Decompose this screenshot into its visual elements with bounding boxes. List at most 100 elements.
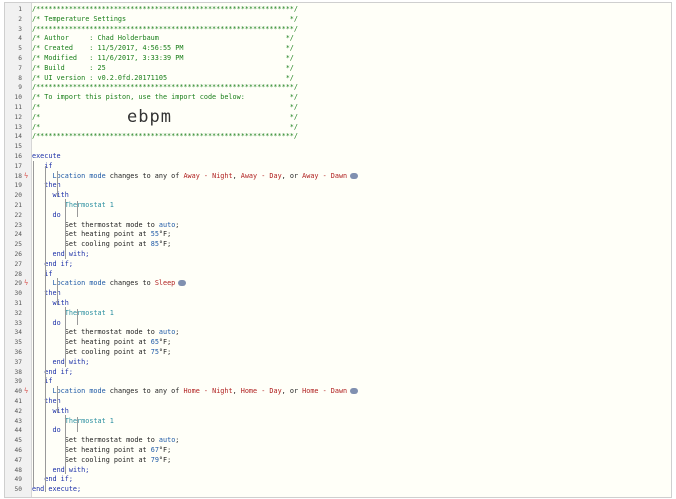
code-token: auto [158, 328, 176, 337]
line-number: 37 [14, 358, 22, 366]
line-number: 28 [14, 270, 22, 278]
code-line: 4 /* Author : Chad Holderbaum */ [5, 34, 665, 44]
code-line: 26 end with; [5, 250, 665, 260]
code-token: end with; [52, 465, 90, 474]
import-code: ebpm [127, 107, 172, 127]
line-number: 43 [14, 417, 22, 425]
code-line: 40 ϟ Location mode changes to any of Home … [5, 387, 665, 397]
code-token: /***************************************… [32, 83, 298, 92]
code-token: /* To import this piston, use the import… [32, 93, 298, 102]
code-token: Home - Day [240, 387, 282, 396]
line-number: 3 [18, 25, 22, 33]
line-number: 23 [14, 221, 22, 229]
code-line: 10 /* To import this piston, use the impo… [5, 93, 665, 103]
code-line: 22 do [5, 211, 665, 221]
code-token: Away - Day [240, 171, 282, 180]
code-token: /* Modified : 11/6/2017, 3:33:39 PM */ [32, 54, 294, 62]
code-editor: 1 /**************************************… [4, 2, 672, 498]
code-token: Thermostat 1 [64, 416, 114, 425]
code-token: ; [175, 220, 180, 229]
code-token: °F; [158, 230, 172, 239]
device-guide [77, 201, 78, 217]
code-token: /***************************************… [32, 132, 298, 141]
code-line: 25 Set cooling point at 85°F; [5, 240, 665, 250]
code-token: Home - Night [183, 387, 233, 396]
code-token: °F; [158, 338, 172, 347]
code-token: execute [32, 152, 61, 160]
code-token: Location mode [52, 387, 106, 396]
code-token: /* Build : 25 */ [32, 63, 294, 72]
code-line: 13/* */ [5, 123, 665, 133]
code-token: changes to any of [105, 171, 184, 180]
line-number: 7 [18, 64, 22, 72]
line-number: 33 [14, 319, 22, 327]
code-line: 12/* */ [5, 113, 665, 123]
code-line: 21 Thermostat 1 [5, 201, 665, 211]
code-token: °F; [158, 455, 172, 464]
line-number: 13 [14, 123, 22, 131]
line-number: 48 [14, 466, 22, 474]
line-number: 12 [14, 113, 22, 121]
line-number: 6 [18, 55, 22, 62]
info-icon[interactable] [178, 280, 187, 287]
line-number: 11 [14, 104, 22, 111]
code-line: 5 /* Created : 11/5/2017, 4:56:55 PM */ [5, 44, 665, 54]
line-number: 38 [14, 368, 22, 376]
code-token: 65 [150, 338, 159, 347]
code-token: Set cooling point at [64, 348, 151, 356]
line-number: 20 [14, 192, 22, 200]
code-line: 37 end with; [5, 358, 665, 368]
code-line: 42 with [5, 407, 665, 417]
line-number: 44 [14, 427, 22, 435]
code-token: Set heating point at [64, 338, 151, 347]
code-line: 1 /**************************************… [5, 5, 665, 15]
code-token: 55 [150, 230, 159, 239]
code-token: Sleep [154, 279, 176, 288]
info-icon[interactable] [350, 172, 359, 179]
code-token: end if; [44, 259, 73, 268]
code-line: 8 /* UI version : v0.2.0fd.20171105 */ [5, 74, 665, 84]
code-token: Thermostat 1 [64, 201, 114, 209]
code-line: 49 end if; [5, 475, 665, 485]
with-guide [65, 199, 66, 259]
info-icon[interactable] [350, 388, 359, 395]
line-number: 49 [14, 476, 22, 484]
line-number: 39 [14, 378, 22, 386]
code-token: Set heating point at [64, 230, 151, 239]
code-token: , [232, 387, 241, 396]
line-number: 17 [14, 162, 22, 170]
code-token: end if; [44, 475, 73, 484]
code-line: 43 Thermostat 1 [5, 417, 665, 427]
code-line: 11/* */ [5, 103, 665, 113]
line-number: 45 [14, 437, 22, 445]
device-guide [77, 416, 78, 433]
code-token: 85 [150, 240, 159, 249]
code-token: Location mode [52, 279, 106, 288]
code-line: 20 with [5, 191, 665, 201]
line-number: 31 [14, 300, 22, 307]
line-number: 50 [14, 486, 22, 494]
line-number: 26 [14, 251, 22, 258]
line-number: 22 [14, 211, 22, 219]
code-token: , or [281, 387, 303, 396]
code-token: auto [158, 436, 176, 445]
code-token: 79 [150, 455, 159, 464]
line-number: 34 [14, 329, 22, 337]
code-line: 34 Set thermostat mode to auto; [5, 328, 665, 338]
code-line: 47 Set cooling point at 79°F; [5, 456, 665, 466]
code-line: 16 execute [5, 152, 665, 162]
code-token: do [52, 318, 61, 327]
code-line: 36 Set cooling point at 75°F; [5, 348, 665, 358]
line-number: 1 [18, 6, 22, 13]
code-token: /* Temperature Settings */ [32, 14, 298, 23]
code-token: , or [281, 171, 303, 180]
code-token: end with; [52, 250, 90, 258]
code-line: 33 do [5, 319, 665, 329]
if-guide [45, 381, 46, 493]
line-number: 47 [14, 456, 22, 464]
line-number: 8 [18, 74, 22, 82]
condition-guide [57, 170, 58, 198]
line-number: 10 [14, 94, 22, 102]
code-token: °F; [158, 446, 172, 454]
code-token: Set cooling point at [64, 455, 151, 464]
